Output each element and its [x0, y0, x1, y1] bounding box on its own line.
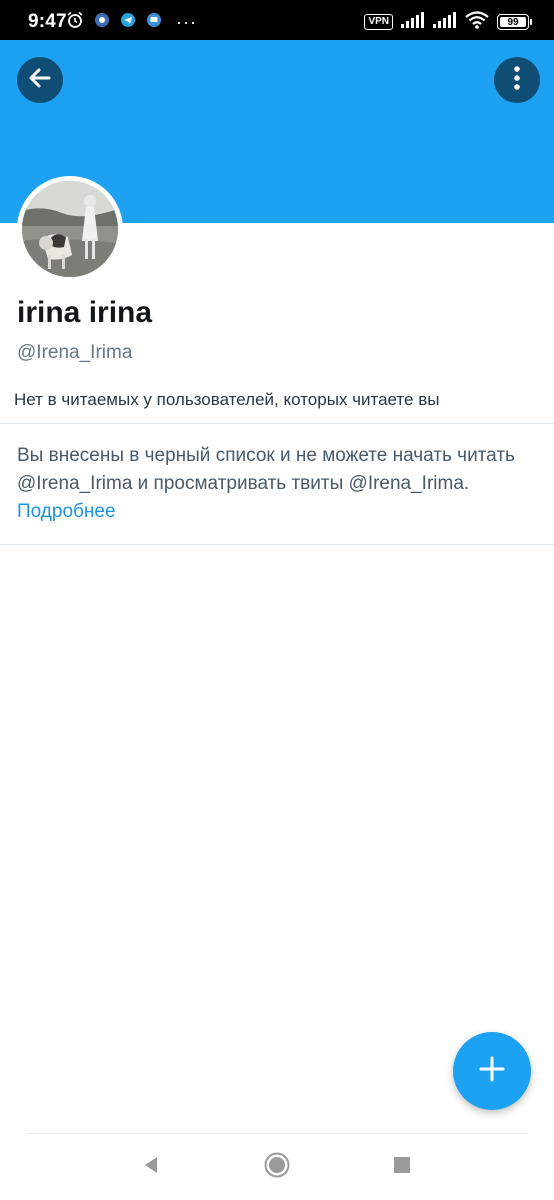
battery-icon: 99	[497, 14, 529, 30]
battery-level: 99	[507, 16, 519, 28]
nav-back-button[interactable]	[136, 1152, 166, 1182]
plus-icon	[478, 1055, 506, 1088]
status-time: 9:47	[28, 11, 67, 32]
nav-recents-button[interactable]	[387, 1152, 417, 1182]
signal-icon	[433, 11, 457, 33]
battery-tip	[530, 19, 532, 25]
more-vertical-icon	[513, 65, 521, 96]
followers-you-know-note: Нет в читаемых у пользователей, которых …	[14, 390, 440, 409]
nav-divider	[28, 1133, 528, 1134]
message-icon	[146, 12, 162, 33]
vpn-badge: VPN	[364, 14, 393, 30]
compose-button[interactable]	[453, 1032, 531, 1110]
divider	[0, 544, 554, 545]
back-arrow-icon	[27, 65, 53, 96]
blocked-notice: Вы внесены в черный список и не можете н…	[17, 442, 517, 526]
status-bar: 9:47 ··· VPN 99	[0, 0, 554, 40]
avatar-photo	[22, 181, 118, 277]
app-notification-icon	[94, 12, 110, 33]
nav-home-icon	[263, 1151, 291, 1184]
profile-handle: @Irena_Irima	[17, 342, 133, 363]
profile-display-name: irina irina	[17, 296, 153, 329]
nav-back-icon	[141, 1155, 161, 1180]
wifi-icon	[465, 10, 489, 34]
status-notification-icons: ···	[66, 11, 197, 34]
status-system-icons: VPN 99	[356, 10, 532, 34]
divider	[0, 423, 554, 424]
alarm-icon	[66, 11, 84, 34]
blocked-notice-text: Вы внесены в черный список и не можете н…	[17, 445, 515, 494]
signal-icon	[401, 11, 425, 33]
nav-recents-icon	[392, 1155, 412, 1180]
learn-more-link[interactable]: Подробнее	[17, 501, 116, 522]
nav-home-button[interactable]	[262, 1152, 292, 1182]
avatar[interactable]	[17, 176, 123, 282]
back-button[interactable]	[17, 57, 63, 103]
telegram-icon	[120, 12, 136, 33]
profile-screen: 9:47 ··· VPN 99 irina irina @Irena_Irima…	[0, 0, 554, 1200]
more-options-button[interactable]	[494, 57, 540, 103]
more-notifications-indicator: ···	[176, 12, 197, 32]
